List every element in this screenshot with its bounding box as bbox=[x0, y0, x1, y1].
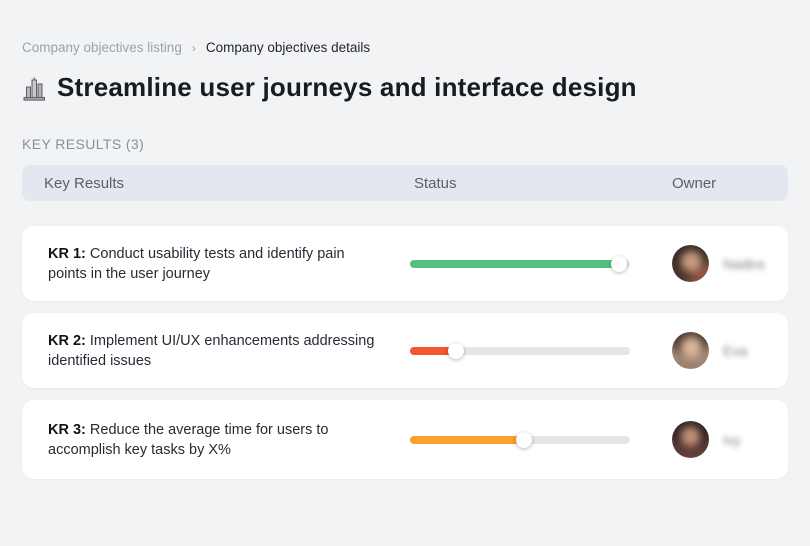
kr3-owner-cell: Ivy bbox=[672, 421, 788, 458]
kr1-status-cell bbox=[410, 256, 672, 272]
table-header-row: Key Results Status Owner bbox=[22, 165, 788, 201]
avatar-photo bbox=[672, 245, 709, 282]
kr2-description-text: Implement UI/UX enhancements addressing … bbox=[48, 333, 374, 369]
owner-name: Nadira bbox=[723, 256, 764, 272]
column-header-key-results: Key Results bbox=[22, 175, 410, 192]
kr3-status-cell bbox=[410, 432, 672, 448]
key-results-rows: KR 1: Conduct usability tests and identi… bbox=[22, 226, 788, 479]
kr2-owner-cell: Eva bbox=[672, 332, 788, 369]
breadcrumb: Company objectives listing › Company obj… bbox=[0, 0, 810, 55]
kr2-label: KR 2: bbox=[48, 333, 86, 349]
breadcrumb-current-objectives-details: Company objectives details bbox=[206, 40, 370, 55]
page-title-row: Streamline user journeys and interface d… bbox=[0, 55, 810, 103]
progress-fill bbox=[410, 260, 619, 268]
avatar-photo bbox=[672, 421, 709, 458]
avatar-photo bbox=[672, 332, 709, 369]
table-row-kr2[interactable]: KR 2: Implement UI/UX enhancements addre… bbox=[22, 313, 788, 388]
kr1-description: KR 1: Conduct usability tests and identi… bbox=[22, 230, 394, 298]
kr3-progress-slider[interactable] bbox=[410, 432, 630, 448]
progress-knob[interactable] bbox=[611, 256, 627, 272]
page-title: Streamline user journeys and interface d… bbox=[57, 72, 637, 103]
avatar bbox=[672, 332, 709, 369]
avatar bbox=[672, 245, 709, 282]
key-results-table: Key Results Status Owner KR 1: Conduct u… bbox=[0, 165, 810, 479]
kr2-description: KR 2: Implement UI/UX enhancements addre… bbox=[22, 317, 394, 385]
column-header-status: Status bbox=[410, 175, 672, 192]
key-results-section-label: KEY RESULTS (3) bbox=[0, 103, 810, 152]
kr1-progress-slider[interactable] bbox=[410, 256, 630, 272]
avatar bbox=[672, 421, 709, 458]
owner-name: Ivy bbox=[723, 432, 741, 448]
kr3-description: KR 3: Reduce the average time for users … bbox=[22, 406, 394, 474]
column-header-owner: Owner bbox=[672, 175, 788, 192]
kr1-description-text: Conduct usability tests and identify pai… bbox=[48, 246, 345, 282]
kr3-label: KR 3: bbox=[48, 422, 86, 438]
progress-knob[interactable] bbox=[448, 343, 464, 359]
kr2-status-cell bbox=[410, 343, 672, 359]
kr3-description-text: Reduce the average time for users to acc… bbox=[48, 422, 328, 458]
kr2-progress-slider[interactable] bbox=[410, 343, 630, 359]
table-row-kr3[interactable]: KR 3: Reduce the average time for users … bbox=[22, 400, 788, 479]
breadcrumb-link-objectives-listing[interactable]: Company objectives listing bbox=[22, 40, 182, 55]
kr1-owner-cell: Nadira bbox=[672, 245, 788, 282]
progress-knob[interactable] bbox=[516, 432, 532, 448]
chevron-right-icon: › bbox=[192, 41, 196, 55]
buildings-icon bbox=[22, 76, 46, 102]
progress-fill bbox=[410, 436, 524, 444]
table-row-kr1[interactable]: KR 1: Conduct usability tests and identi… bbox=[22, 226, 788, 301]
objective-details-page: Company objectives listing › Company obj… bbox=[0, 0, 810, 546]
owner-name: Eva bbox=[723, 343, 747, 359]
kr1-label: KR 1: bbox=[48, 246, 86, 262]
